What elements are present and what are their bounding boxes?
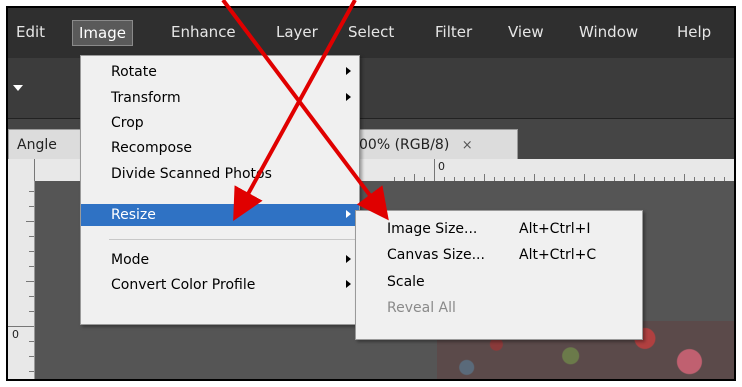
menu-item-label: Mode	[111, 252, 150, 268]
submenu-item-label: Canvas Size...	[387, 247, 485, 263]
resize-submenu: Image Size... Alt+Ctrl+I Canvas Size... …	[355, 210, 643, 340]
submenu-item-canvas-size[interactable]: Canvas Size... Alt+Ctrl+C	[356, 243, 642, 267]
menu-layer[interactable]: Layer	[270, 20, 324, 44]
menu-separator	[109, 239, 355, 240]
close-icon[interactable]: ×	[462, 138, 473, 153]
menu-item-transform[interactable]: Transform	[81, 87, 359, 109]
ruler-zero-label-vertical: 0	[12, 328, 19, 341]
menu-item-convert-color-profile[interactable]: Convert Color Profile	[81, 274, 359, 296]
vertical-ruler: 0	[8, 181, 35, 379]
submenu-item-label: Image Size...	[387, 221, 478, 237]
menu-help[interactable]: Help	[671, 20, 717, 44]
menu-view[interactable]: View	[502, 20, 550, 44]
menu-filter[interactable]: Filter	[429, 20, 478, 44]
submenu-arrow-icon	[346, 255, 351, 263]
shortcut-label: Alt+Ctrl+I	[519, 221, 591, 237]
submenu-arrow-icon	[346, 93, 351, 101]
menu-edit[interactable]: Edit	[10, 20, 51, 44]
menu-item-divide-scanned-photos[interactable]: Divide Scanned Photos	[81, 163, 359, 185]
menu-item-recompose[interactable]: Recompose	[81, 137, 359, 159]
submenu-item-image-size[interactable]: Image Size... Alt+Ctrl+I	[356, 217, 642, 241]
image-menu: Rotate Transform Crop Recompose Divide S…	[80, 55, 360, 325]
menu-item-crop[interactable]: Crop	[81, 112, 359, 134]
submenu-arrow-icon	[346, 210, 351, 218]
ruler-zero-label: 0	[438, 160, 445, 173]
submenu-arrow-icon	[346, 280, 351, 288]
menu-item-label: Rotate	[111, 64, 157, 80]
menu-item-label: Resize	[111, 207, 156, 223]
menu-item-mode[interactable]: Mode	[81, 249, 359, 271]
menu-image[interactable]: Image	[72, 20, 133, 46]
menu-window[interactable]: Window	[573, 20, 644, 44]
menu-item-label: Crop	[111, 115, 144, 131]
menu-item-label: Transform	[111, 90, 181, 106]
menu-select[interactable]: Select	[342, 20, 400, 44]
document-tab-angle[interactable]: Angle	[8, 129, 82, 160]
menu-item-label: Convert Color Profile	[111, 277, 256, 293]
submenu-arrow-icon	[346, 67, 351, 75]
tab-label: 00% (RGB/8)	[359, 137, 450, 153]
submenu-item-label: Reveal All	[387, 300, 456, 316]
menu-bar: Edit Image Enhance Layer Select Filter V…	[8, 8, 734, 58]
document-tab-active[interactable]: 00% (RGB/8) ×	[350, 129, 518, 160]
submenu-item-label: Scale	[387, 274, 425, 290]
submenu-item-reveal-all: Reveal All	[356, 296, 642, 320]
menu-item-rotate[interactable]: Rotate	[81, 61, 359, 83]
submenu-item-scale[interactable]: Scale	[356, 270, 642, 294]
dropdown-caret-icon[interactable]	[13, 85, 23, 91]
menu-item-label: Divide Scanned Photos	[111, 166, 272, 182]
tab-label: Angle	[17, 137, 57, 153]
menu-item-resize[interactable]: Resize	[81, 204, 359, 226]
shortcut-label: Alt+Ctrl+C	[519, 247, 597, 263]
menu-enhance[interactable]: Enhance	[165, 20, 242, 44]
app-window: Edit Image Enhance Layer Select Filter V…	[6, 6, 736, 381]
menu-item-label: Recompose	[111, 140, 192, 156]
